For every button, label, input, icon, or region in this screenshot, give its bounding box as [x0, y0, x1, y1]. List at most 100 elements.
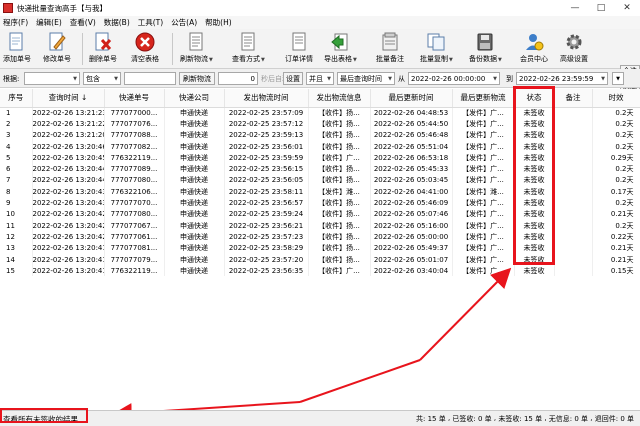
cell-courier[interactable]: 申通快递: [164, 107, 225, 119]
cell-tracking-number[interactable]: 777077080...: [104, 174, 165, 187]
cell-last-update-time[interactable]: 2022-02-26 05:44:50: [370, 118, 453, 130]
cell-status[interactable]: 未签收: [514, 129, 555, 141]
cell-query-time[interactable]: 2022-02-26 13:20:42: [32, 208, 105, 220]
column-header-query-time[interactable]: 查询时间 ↓: [32, 89, 105, 108]
cell-send-info[interactable]: 【收件】扬...: [308, 163, 371, 175]
column-header-timeliness[interactable]: 时效: [592, 89, 640, 108]
menu-program[interactable]: 程序(F): [3, 17, 28, 28]
cell-note[interactable]: [554, 163, 593, 175]
cell-query-time[interactable]: 2022-02-26 13:20:41: [32, 242, 105, 254]
cell-send-info[interactable]: 【收件】广...: [308, 265, 371, 277]
cell-send-info[interactable]: 【收件】广...: [308, 152, 371, 164]
cell-note[interactable]: [554, 265, 593, 277]
cell-status[interactable]: 未签收: [514, 118, 555, 130]
cell-tracking-number[interactable]: 777077076...: [104, 118, 165, 130]
cell-send-info[interactable]: 【收件】扬...: [308, 174, 371, 187]
cell-query-time[interactable]: 2022-02-26 13:20:45: [32, 152, 105, 164]
table-row[interactable]: 1 2022-02-26 13:21:23 777077000... 申通快递 2022…: [0, 107, 640, 119]
cell-status[interactable]: 未签收: [514, 197, 555, 209]
cell-last-update-time[interactable]: 2022-02-26 05:46:09: [370, 197, 453, 209]
batch-note-button[interactable]: 批量备注: [376, 32, 404, 67]
cell-send-time[interactable]: 2022-02-25 23:59:24: [224, 208, 309, 220]
menu-edit[interactable]: 编辑(E): [36, 17, 62, 28]
cell-query-time[interactable]: 2022-02-26 13:20:46: [32, 140, 105, 153]
column-header-note[interactable]: 备注: [554, 89, 593, 108]
table-row[interactable]: 8 2022-02-26 13:20:43 776322106... 申通快递 2022…: [0, 186, 640, 198]
root-field-select[interactable]: ▼: [24, 72, 80, 85]
table-row[interactable]: 7 2022-02-26 13:20:44 777077080... 申通快递 2022…: [0, 174, 640, 187]
cell-query-time[interactable]: 2022-02-26 13:20:42: [32, 219, 105, 232]
table-row[interactable]: 14 2022-02-26 13:20:41 777077079... 申通快递 202…: [0, 253, 640, 266]
cell-note[interactable]: [554, 140, 593, 153]
cell-send-time[interactable]: 2022-02-25 23:57:09: [224, 107, 309, 119]
member-center-button[interactable]: 会员中心: [520, 32, 548, 67]
column-header-last-update-info[interactable]: 最后更新物流: [452, 89, 515, 108]
column-header-index[interactable]: 序号: [0, 89, 33, 108]
backup-data-button[interactable]: 备份数据▼: [469, 32, 502, 67]
cell-send-time[interactable]: 2022-02-25 23:56:05: [224, 174, 309, 187]
table-row[interactable]: 13 2022-02-26 13:20:41 777077081... 申通快递 202…: [0, 242, 640, 254]
cell-tracking-number[interactable]: 776322119...: [104, 152, 165, 164]
table-row[interactable]: 10 2022-02-26 13:20:42 777077080... 申通快递 202…: [0, 208, 640, 220]
table-row[interactable]: 2 2022-02-26 13:21:22 777077076... 申通快递 2022…: [0, 118, 640, 130]
cell-tracking-number[interactable]: 777077082...: [104, 140, 165, 153]
match-mode-select[interactable]: 包含 ▼: [83, 72, 121, 85]
cell-query-time[interactable]: 2022-02-26 13:20:42: [32, 231, 105, 243]
column-header-courier[interactable]: 快递公司: [164, 89, 225, 108]
order-detail-button[interactable]: 订单详情: [285, 32, 313, 67]
cell-last-update-info[interactable]: 【发件】广...: [452, 208, 515, 220]
cell-last-update-info[interactable]: 【发件】广...: [452, 174, 515, 187]
cell-index[interactable]: 15: [0, 265, 33, 277]
delete-number-button[interactable]: 删除单号: [89, 32, 117, 67]
cell-status[interactable]: 未签收: [514, 253, 555, 266]
cell-last-update-info[interactable]: 【发件】广...: [452, 253, 515, 266]
cell-send-time[interactable]: 2022-02-25 23:58:11: [224, 186, 309, 198]
column-header-send-info[interactable]: 发出物流信息: [308, 89, 371, 108]
cell-status[interactable]: 未签收: [514, 163, 555, 175]
cell-tracking-number[interactable]: 777077081...: [104, 242, 165, 254]
cell-send-time[interactable]: 2022-02-25 23:58:29: [224, 242, 309, 254]
cell-tracking-number[interactable]: 776322106...: [104, 186, 165, 198]
time-field-select[interactable]: 最后查询时间 ▼: [337, 72, 395, 85]
column-header-status[interactable]: 状态: [514, 89, 555, 108]
cell-timeliness[interactable]: 0.29天: [592, 152, 640, 164]
refresh-logistics-button[interactable]: 刷新物流▼: [180, 32, 213, 67]
cell-note[interactable]: [554, 118, 593, 130]
cell-last-update-info[interactable]: 【发件】广...: [452, 265, 515, 277]
cell-send-info[interactable]: 【收件】扬...: [308, 118, 371, 130]
cell-note[interactable]: [554, 107, 593, 119]
cell-timeliness[interactable]: 0.2天: [592, 107, 640, 119]
cell-last-update-info[interactable]: 【发件】广...: [452, 219, 515, 232]
menu-tools[interactable]: 工具(T): [138, 17, 163, 28]
batch-copy-button[interactable]: 批量复制▼: [420, 32, 453, 67]
cell-last-update-time[interactable]: 2022-02-26 05:03:45: [370, 174, 453, 187]
cell-last-update-time[interactable]: 2022-02-26 05:49:37: [370, 242, 453, 254]
cell-index[interactable]: 6: [0, 163, 33, 175]
cell-tracking-number[interactable]: 777077088...: [104, 129, 165, 141]
cell-index[interactable]: 12: [0, 231, 33, 243]
cell-last-update-time[interactable]: 2022-02-26 04:48:53: [370, 107, 453, 119]
table-row[interactable]: 15 2022-02-26 13:20:41 776322119... 申通快递 202…: [0, 265, 640, 277]
cell-last-update-info[interactable]: 【发件】广...: [452, 152, 515, 164]
cell-tracking-number[interactable]: 777077061...: [104, 231, 165, 243]
column-header-last-update-time[interactable]: 最后更新时间: [370, 89, 453, 108]
cell-last-update-time[interactable]: 2022-02-26 05:51:04: [370, 140, 453, 153]
cell-status[interactable]: 未签收: [514, 152, 555, 164]
cell-send-time[interactable]: 2022-02-25 23:59:13: [224, 129, 309, 141]
auto-refresh-seconds-input[interactable]: 0: [218, 72, 258, 85]
cell-index[interactable]: 7: [0, 174, 33, 187]
close-button[interactable]: ✕: [614, 0, 640, 16]
cell-tracking-number[interactable]: 777077000...: [104, 107, 165, 119]
cell-tracking-number[interactable]: 777077079...: [104, 253, 165, 266]
refresh-logistics-filter-button[interactable]: 刷新物流: [179, 72, 215, 85]
cell-last-update-time[interactable]: 2022-02-26 03:40:04: [370, 265, 453, 277]
cell-send-time[interactable]: 2022-02-25 23:57:12: [224, 118, 309, 130]
cell-last-update-info[interactable]: 【发件】广...: [452, 118, 515, 130]
cell-note[interactable]: [554, 129, 593, 141]
cell-send-time[interactable]: 2022-02-25 23:56:35: [224, 265, 309, 277]
cell-last-update-info[interactable]: 【发件】潍...: [452, 186, 515, 198]
cell-last-update-time[interactable]: 2022-02-26 05:00:00: [370, 231, 453, 243]
column-header-tracking-number[interactable]: 快递单号: [104, 89, 165, 108]
cell-index[interactable]: 13: [0, 242, 33, 254]
cell-last-update-time[interactable]: 2022-02-26 05:16:00: [370, 219, 453, 232]
